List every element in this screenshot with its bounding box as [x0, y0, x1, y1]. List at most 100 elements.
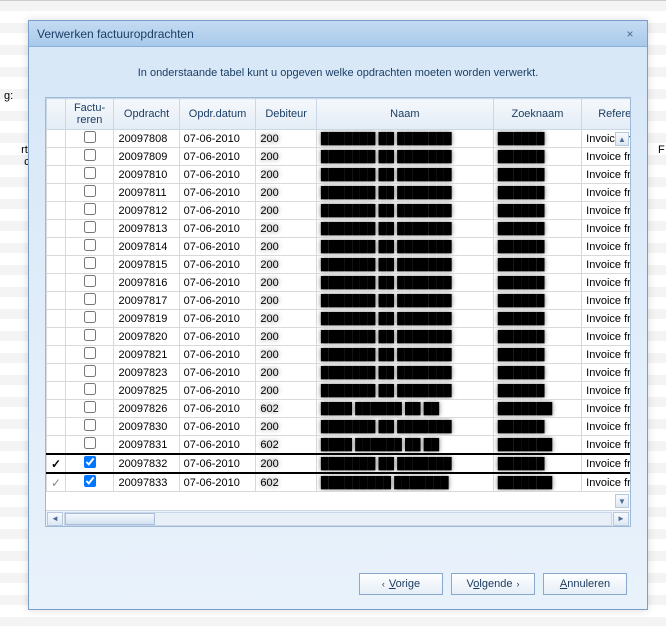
row-mark[interactable]	[47, 418, 66, 436]
factureren-cell[interactable]	[65, 382, 114, 400]
col-opdracht[interactable]: Opdracht	[114, 99, 179, 130]
factureren-checkbox[interactable]	[84, 311, 96, 323]
row-mark[interactable]	[47, 238, 66, 256]
row-mark[interactable]	[47, 202, 66, 220]
factureren-cell[interactable]	[65, 346, 114, 364]
table-row[interactable]: 2009782607-06-2010602████ ██████ ██ ████…	[47, 400, 631, 418]
factureren-cell[interactable]	[65, 184, 114, 202]
factureren-cell[interactable]	[65, 166, 114, 184]
factureren-cell[interactable]	[65, 436, 114, 455]
table-row[interactable]: 2009781907-06-2010200███████ ██ ████████…	[47, 310, 631, 328]
factureren-checkbox[interactable]	[84, 365, 96, 377]
table-row[interactable]: 2009781307-06-2010200███████ ██ ████████…	[47, 220, 631, 238]
cancel-button[interactable]: Annuleren	[543, 573, 627, 595]
factureren-checkbox[interactable]	[84, 167, 96, 179]
factureren-cell[interactable]	[65, 220, 114, 238]
factureren-cell[interactable]	[65, 310, 114, 328]
factureren-cell[interactable]	[65, 238, 114, 256]
row-mark[interactable]	[47, 328, 66, 346]
row-mark[interactable]	[47, 274, 66, 292]
row-mark[interactable]	[47, 400, 66, 418]
factureren-cell[interactable]	[65, 328, 114, 346]
factureren-cell[interactable]	[65, 202, 114, 220]
row-mark[interactable]	[47, 364, 66, 382]
table-row[interactable]: 2009781507-06-2010200███████ ██ ████████…	[47, 256, 631, 274]
factureren-checkbox[interactable]	[84, 131, 96, 143]
grid-scroll-area[interactable]: Factu- reren Opdracht Opdr.datum Debiteu…	[46, 98, 630, 510]
factureren-checkbox[interactable]	[84, 293, 96, 305]
factureren-cell[interactable]	[65, 130, 114, 148]
prev-button[interactable]: ‹ Vorige	[359, 573, 443, 595]
row-mark[interactable]	[47, 184, 66, 202]
factureren-checkbox[interactable]	[84, 329, 96, 341]
row-mark[interactable]	[47, 148, 66, 166]
factureren-checkbox[interactable]	[84, 456, 96, 468]
factureren-cell[interactable]	[65, 473, 114, 492]
scroll-right-icon[interactable]: ►	[613, 512, 629, 526]
col-opdr-datum[interactable]: Opdr.datum	[179, 99, 256, 130]
col-mark[interactable]	[47, 99, 66, 130]
factureren-checkbox[interactable]	[84, 149, 96, 161]
factureren-checkbox[interactable]	[84, 437, 96, 449]
factureren-cell[interactable]	[65, 256, 114, 274]
row-mark[interactable]	[47, 256, 66, 274]
table-row[interactable]: 2009781107-06-2010200███████ ██ ████████…	[47, 184, 631, 202]
factureren-checkbox[interactable]	[84, 419, 96, 431]
horizontal-scrollbar[interactable]: ◄ ►	[46, 510, 630, 526]
factureren-cell[interactable]	[65, 454, 114, 473]
scroll-up-icon[interactable]: ▲	[615, 132, 629, 146]
factureren-cell[interactable]	[65, 400, 114, 418]
scroll-thumb[interactable]	[65, 513, 155, 525]
scroll-track[interactable]	[64, 512, 612, 526]
scroll-left-icon[interactable]: ◄	[47, 512, 63, 526]
col-referentie[interactable]: Referentie	[582, 99, 630, 130]
row-mark[interactable]	[47, 310, 66, 328]
scroll-down-icon[interactable]: ▼	[615, 494, 629, 508]
table-row[interactable]: 2009780807-06-2010200███████ ██ ████████…	[47, 130, 631, 148]
table-row[interactable]: 2009782007-06-2010200███████ ██ ████████…	[47, 328, 631, 346]
factureren-checkbox[interactable]	[84, 475, 96, 487]
table-row[interactable]: 2009781607-06-2010200███████ ██ ████████…	[47, 274, 631, 292]
factureren-checkbox[interactable]	[84, 239, 96, 251]
close-icon[interactable]: ×	[621, 25, 639, 43]
table-row[interactable]: 2009783107-06-2010602████ ██████ ██ ████…	[47, 436, 631, 455]
table-row[interactable]: 2009781407-06-2010200███████ ██ ████████…	[47, 238, 631, 256]
factureren-cell[interactable]	[65, 364, 114, 382]
table-row[interactable]: 2009780907-06-2010200███████ ██ ████████…	[47, 148, 631, 166]
row-mark[interactable]	[47, 346, 66, 364]
factureren-cell[interactable]	[65, 418, 114, 436]
table-row[interactable]: 2009782107-06-2010200███████ ██ ████████…	[47, 346, 631, 364]
row-mark[interactable]	[47, 454, 66, 473]
factureren-checkbox[interactable]	[84, 257, 96, 269]
table-row[interactable]: 2009782507-06-2010200███████ ██ ████████…	[47, 382, 631, 400]
table-row[interactable]: 2009783007-06-2010200███████ ██ ████████…	[47, 418, 631, 436]
next-button[interactable]: Volgende ›	[451, 573, 535, 595]
table-row[interactable]: 2009782307-06-2010200███████ ██ ████████…	[47, 364, 631, 382]
row-mark[interactable]	[47, 130, 66, 148]
col-naam[interactable]: Naam	[316, 99, 493, 130]
table-row[interactable]: 2009783307-06-2010602█████████ █████████…	[47, 473, 631, 492]
vertical-scrollbar[interactable]: ▲ ▼	[615, 132, 629, 508]
factureren-checkbox[interactable]	[84, 383, 96, 395]
table-row[interactable]: 2009781007-06-2010200███████ ██ ████████…	[47, 166, 631, 184]
row-mark[interactable]	[47, 292, 66, 310]
factureren-checkbox[interactable]	[84, 401, 96, 413]
factureren-checkbox[interactable]	[84, 185, 96, 197]
row-mark[interactable]	[47, 220, 66, 238]
col-zoeknaam[interactable]: Zoeknaam	[493, 99, 581, 130]
factureren-checkbox[interactable]	[84, 221, 96, 233]
factureren-cell[interactable]	[65, 292, 114, 310]
row-mark[interactable]	[47, 382, 66, 400]
row-mark[interactable]	[47, 166, 66, 184]
factureren-cell[interactable]	[65, 274, 114, 292]
titlebar[interactable]: Verwerken factuuropdrachten ×	[29, 21, 647, 47]
factureren-cell[interactable]	[65, 148, 114, 166]
factureren-checkbox[interactable]	[84, 203, 96, 215]
table-row[interactable]: 2009781707-06-2010200███████ ██ ████████…	[47, 292, 631, 310]
factureren-checkbox[interactable]	[84, 275, 96, 287]
table-row[interactable]: 2009783207-06-2010200███████ ██ ████████…	[47, 454, 631, 473]
factureren-checkbox[interactable]	[84, 347, 96, 359]
table-row[interactable]: 2009781207-06-2010200███████ ██ ████████…	[47, 202, 631, 220]
row-mark[interactable]	[47, 436, 66, 455]
col-factureren[interactable]: Factu- reren	[65, 99, 114, 130]
